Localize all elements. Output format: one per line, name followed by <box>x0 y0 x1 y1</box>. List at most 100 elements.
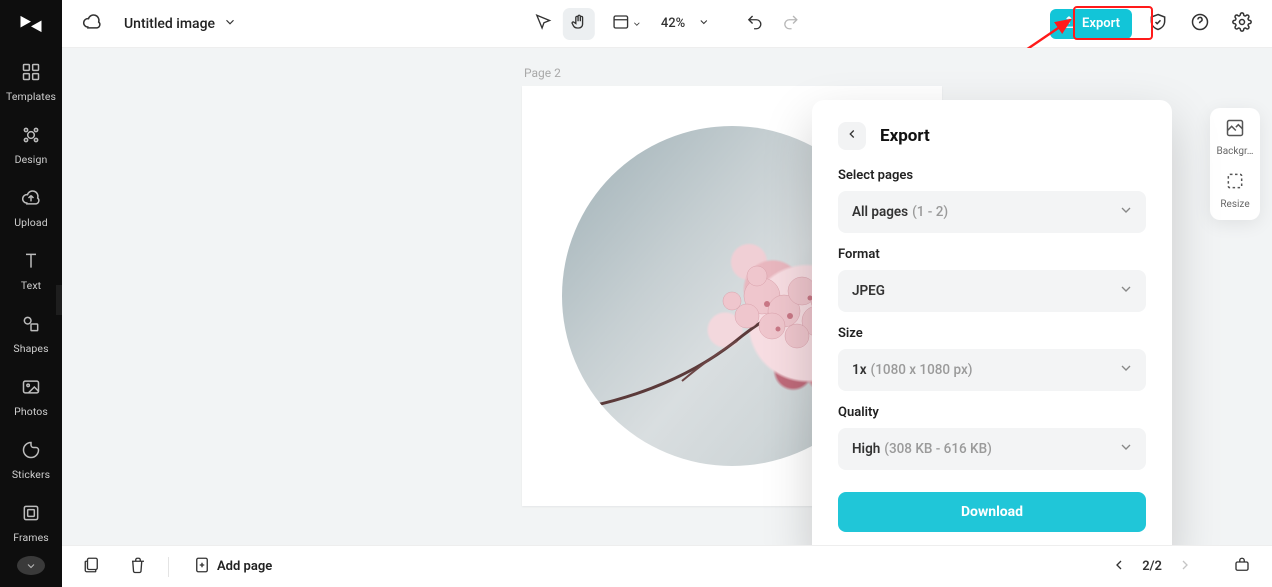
top-toolbar: Untitled image 42% Export <box>62 0 1272 48</box>
profile-avatar[interactable] <box>17 556 45 575</box>
background-tool[interactable]: Backgr… <box>1217 118 1254 157</box>
chevron-down-icon <box>698 16 710 32</box>
select-pages-label: Select pages <box>838 168 1146 183</box>
chevron-down-icon <box>1118 360 1134 380</box>
bottom-bar: Add page 2/2 <box>62 545 1272 587</box>
cloud-sync-button[interactable] <box>76 8 108 40</box>
size-value: 1x <box>852 362 867 378</box>
background-icon <box>1225 118 1245 142</box>
chevron-down-icon <box>223 15 237 33</box>
sidebar-item-stickers[interactable]: Stickers <box>0 430 62 493</box>
sidebar-item-label: Upload <box>14 216 47 229</box>
export-button-label: Export <box>1082 16 1120 31</box>
add-page-icon <box>193 556 211 578</box>
app-logo <box>0 10 62 38</box>
frames-icon <box>21 503 41 527</box>
sidebar-item-label: Frames <box>13 531 49 544</box>
document-title[interactable]: Untitled image <box>124 15 237 33</box>
trash-icon <box>129 556 147 578</box>
format-label: Format <box>838 247 1146 262</box>
layout-icon <box>612 13 630 35</box>
help-button[interactable] <box>1184 8 1216 40</box>
zoom-menu-button[interactable] <box>693 8 715 40</box>
sidebar-item-label: Templates <box>6 90 56 103</box>
quality-label: Quality <box>838 405 1146 420</box>
upload-icon <box>21 188 41 212</box>
pages-icon <box>83 556 101 578</box>
left-sidebar: Templates Design Upload Text Shapes Phot… <box>0 0 62 587</box>
present-button[interactable] <box>1226 551 1258 583</box>
zoom-value: 42% <box>657 16 689 31</box>
resize-icon <box>1225 171 1245 195</box>
export-panel-title: Export <box>880 126 930 146</box>
undo-icon <box>746 13 764 35</box>
settings-button[interactable] <box>1226 8 1258 40</box>
chevron-down-icon <box>1118 439 1134 459</box>
quality-dropdown[interactable]: High (308 KB - 616 KB) <box>838 428 1146 470</box>
download-button[interactable]: Download <box>838 492 1146 532</box>
export-back-button[interactable] <box>838 122 866 150</box>
cloud-icon <box>82 12 102 36</box>
export-icon <box>1062 15 1076 33</box>
add-page-button[interactable]: Add page <box>183 550 282 584</box>
chevron-down-icon <box>1118 281 1134 301</box>
size-label: Size <box>838 326 1146 341</box>
select-tool-button[interactable] <box>527 8 559 40</box>
quality-value: High <box>852 441 880 457</box>
sidebar-item-design[interactable]: Design <box>0 115 62 178</box>
chevron-right-icon <box>1177 557 1193 577</box>
size-dropdown[interactable]: 1x (1080 x 1080 px) <box>838 349 1146 391</box>
chevron-down-icon <box>1118 202 1134 222</box>
sidebar-item-shapes[interactable]: Shapes <box>0 304 62 367</box>
gear-icon <box>1232 12 1252 36</box>
format-value: JPEG <box>852 283 885 299</box>
templates-icon <box>21 62 41 86</box>
next-page-button[interactable] <box>1172 554 1198 580</box>
tool-label: Backgr… <box>1217 146 1254 157</box>
chevron-left-icon <box>845 127 859 145</box>
sidebar-item-label: Text <box>21 279 41 292</box>
design-icon <box>21 125 41 149</box>
add-page-label: Add page <box>217 559 272 574</box>
shield-check-icon <box>1148 12 1168 36</box>
cursor-icon <box>534 13 552 35</box>
top-right-tools: Export <box>1050 8 1258 40</box>
page-label: Page 2 <box>524 66 561 80</box>
delete-page-button[interactable] <box>122 551 154 583</box>
undo-button[interactable] <box>739 8 771 40</box>
pages-list-button[interactable] <box>76 551 108 583</box>
sidebar-item-label: Shapes <box>13 342 48 355</box>
export-panel: Export Select pages All pages (1 - 2) Fo… <box>812 100 1172 558</box>
canvas-tools: 42% <box>527 8 807 40</box>
download-button-label: Download <box>961 504 1023 520</box>
sidebar-item-photos[interactable]: Photos <box>0 367 62 430</box>
text-icon <box>21 251 41 275</box>
sidebar-item-upload[interactable]: Upload <box>0 178 62 241</box>
shield-button[interactable] <box>1142 8 1174 40</box>
size-hint: (1080 x 1080 px) <box>871 362 973 378</box>
help-icon <box>1190 12 1210 36</box>
sidebar-item-frames[interactable]: Frames <box>0 493 62 556</box>
sidebar-item-text[interactable]: Text <box>0 241 62 304</box>
shapes-icon <box>21 314 41 338</box>
export-button[interactable]: Export <box>1050 9 1132 39</box>
resize-tool[interactable]: Resize <box>1220 171 1249 210</box>
chevron-left-icon <box>1111 557 1127 577</box>
redo-icon <box>782 13 800 35</box>
document-title-text: Untitled image <box>124 16 215 32</box>
sidebar-item-templates[interactable]: Templates <box>0 52 62 115</box>
sidebar-item-label: Stickers <box>12 468 50 481</box>
sidebar-item-label: Design <box>15 153 48 166</box>
stickers-icon <box>21 440 41 464</box>
page-counter: 2/2 <box>1142 559 1162 574</box>
tool-label: Resize <box>1220 199 1249 210</box>
hand-icon <box>570 13 588 35</box>
format-dropdown[interactable]: JPEG <box>838 270 1146 312</box>
prev-page-button[interactable] <box>1106 554 1132 580</box>
redo-button[interactable] <box>775 8 807 40</box>
hand-tool-button[interactable] <box>563 8 595 40</box>
select-pages-dropdown[interactable]: All pages (1 - 2) <box>838 191 1146 233</box>
right-tools-panel: Backgr… Resize <box>1210 108 1260 220</box>
layout-menu-button[interactable] <box>611 8 643 40</box>
canvas-area[interactable]: Page 2 Backgr… <box>62 48 1272 545</box>
